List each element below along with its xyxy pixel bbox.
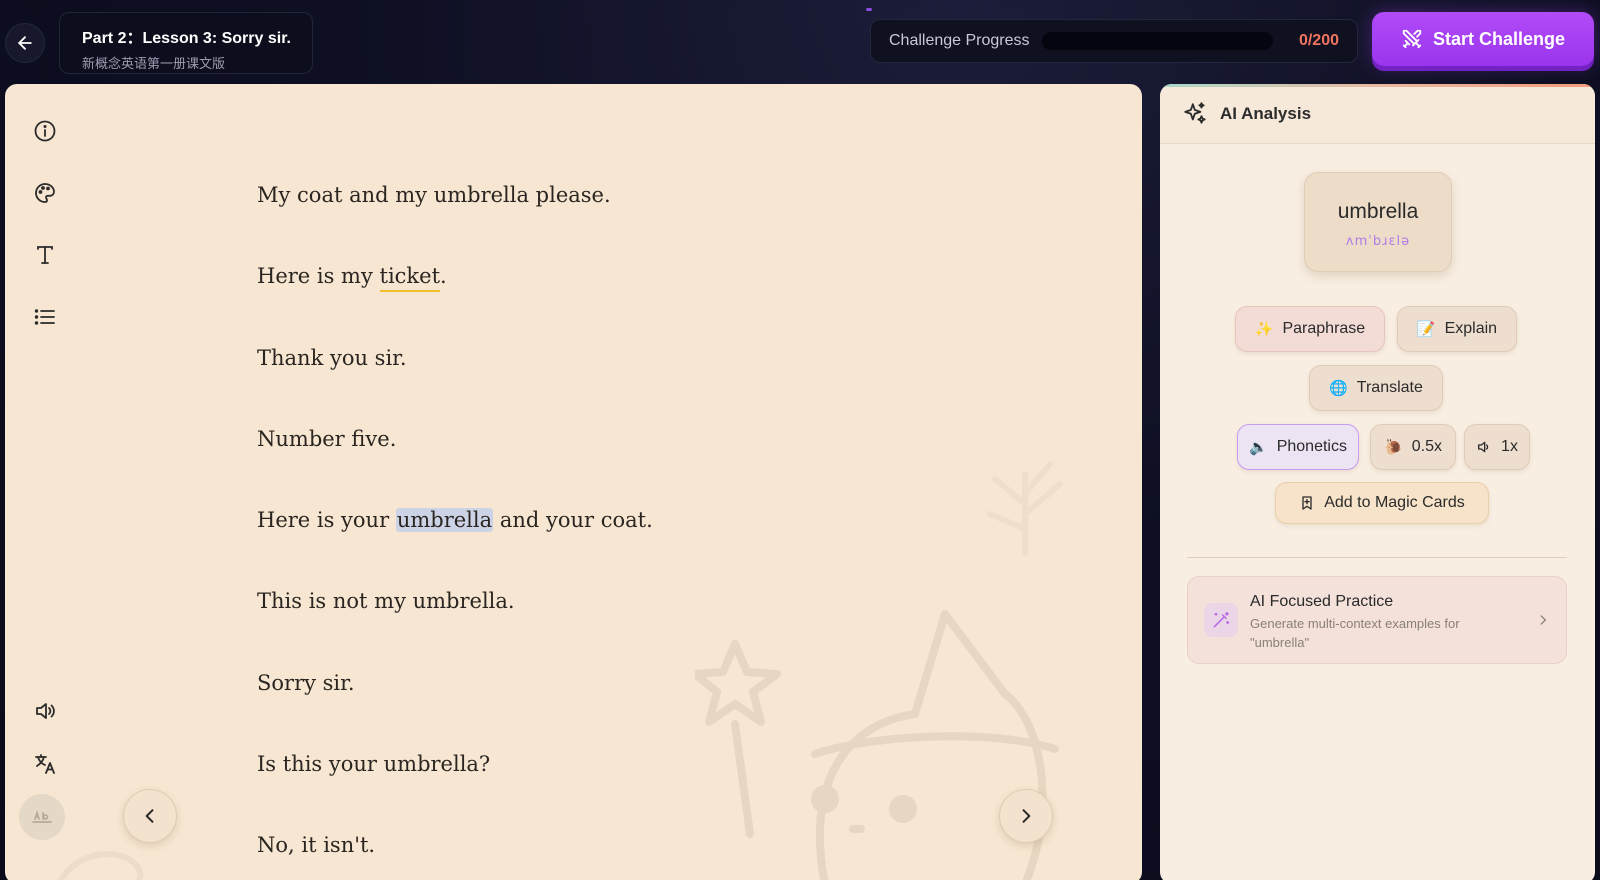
- reader-toolbar: [5, 84, 77, 880]
- snail-icon: 🐌: [1384, 439, 1403, 456]
- phonetics-button[interactable]: 🔈 Phonetics: [1237, 424, 1359, 470]
- ai-panel-header: AI Analysis: [1160, 84, 1595, 144]
- subtitle-toggle-button[interactable]: [19, 794, 65, 840]
- text-line[interactable]: Is this your umbrella?: [257, 751, 957, 832]
- lesson-subtitle: 新概念英语第一册课文版: [82, 56, 226, 71]
- line-text: Here is your: [257, 508, 390, 533]
- challenge-progress: Challenge Progress 0/200: [870, 19, 1358, 63]
- line-text: Is this your umbrella?: [257, 752, 491, 777]
- previous-page-button[interactable]: [123, 789, 177, 843]
- translate-icon: [35, 754, 55, 774]
- magic-wand-icon: [1204, 603, 1238, 637]
- lesson-title: Part 2：Lesson 3: Sorry sir.: [82, 30, 291, 47]
- sparkles-icon: [1184, 101, 1206, 124]
- ai-focused-practice-card[interactable]: AI Focused Practice Generate multi-conte…: [1187, 576, 1567, 664]
- add-to-magic-cards-button[interactable]: Add to Magic Cards: [1275, 482, 1489, 524]
- text-line[interactable]: Number five.: [257, 426, 957, 507]
- selected-word-umbrella[interactable]: umbrella: [395, 508, 494, 533]
- line-text: Here is my: [257, 264, 373, 289]
- line-text: .: [440, 264, 447, 289]
- add-to-magic-cards-label: Add to Magic Cards: [1324, 494, 1465, 511]
- plant-illustration: [987, 461, 1063, 557]
- text-line[interactable]: My coat and my umbrella please.: [257, 182, 957, 263]
- bookmark-plus-icon: [1302, 496, 1312, 510]
- progress-label: Challenge Progress: [889, 32, 1030, 49]
- progress-count: 0/200: [1298, 32, 1339, 49]
- normal-speed-button[interactable]: 1x: [1464, 424, 1530, 470]
- list-icon: [34, 309, 55, 325]
- paraphrase-button[interactable]: ✨ Paraphrase: [1235, 306, 1385, 352]
- normal-speed-label: 1x: [1501, 438, 1518, 455]
- chevron-left-icon: [145, 809, 154, 823]
- text-line[interactable]: This is not my umbrella.: [257, 588, 957, 669]
- line-text: Number five.: [257, 426, 397, 451]
- chevron-right-icon: [1540, 615, 1546, 625]
- highlighted-word-ticket[interactable]: ticket: [379, 264, 441, 293]
- chevron-right-icon: [1022, 809, 1031, 823]
- text-line[interactable]: No, it isn't.: [257, 832, 957, 880]
- theme-button[interactable]: [25, 173, 65, 213]
- info-icon: [34, 120, 56, 142]
- font-button[interactable]: [25, 235, 65, 275]
- slow-speed-label: 0.5x: [1411, 438, 1442, 455]
- info-button[interactable]: [25, 111, 65, 151]
- volume-icon: [1478, 441, 1489, 453]
- word-card[interactable]: umbrella ʌmˈbɹɛlə: [1304, 172, 1452, 272]
- crossed-swords-icon: [1402, 29, 1422, 49]
- ai-analysis-panel: AI Analysis umbrella ʌmˈbɹɛlə ✨ Paraphra…: [1160, 84, 1595, 880]
- sparkle-icon: ✨: [1254, 321, 1274, 338]
- selected-word: umbrella: [1337, 200, 1419, 223]
- start-challenge-label: Start Challenge: [1432, 28, 1566, 49]
- audio-button[interactable]: [25, 691, 65, 731]
- memo-icon: 📝: [1416, 321, 1436, 338]
- back-button[interactable]: [5, 23, 45, 63]
- start-challenge-button[interactable]: Start Challenge: [1372, 12, 1594, 66]
- lesson-info: Part 2：Lesson 3: Sorry sir. 新概念英语第一册课文版: [59, 12, 313, 74]
- line-text: and your coat.: [499, 508, 653, 533]
- line-text: My coat and my umbrella please.: [257, 183, 611, 207]
- slow-speed-button[interactable]: 🐌 0.5x: [1370, 424, 1456, 470]
- next-page-button[interactable]: [999, 789, 1053, 843]
- translate-toggle-button[interactable]: [25, 744, 65, 784]
- explain-label: Explain: [1444, 320, 1498, 337]
- practice-title: AI Focused Practice: [1250, 593, 1394, 610]
- globe-icon: 🌐: [1329, 380, 1348, 397]
- text-line[interactable]: Sorry sir.: [257, 670, 957, 751]
- speaker-icon: [36, 703, 55, 719]
- paraphrase-label: Paraphrase: [1282, 320, 1366, 337]
- text-icon: [37, 246, 53, 264]
- lesson-text: My coat and my umbrella please. Here is …: [257, 182, 957, 880]
- list-button[interactable]: [25, 297, 65, 337]
- reader-panel: My coat and my umbrella please. Here is …: [5, 84, 1142, 880]
- line-text: This is not my umbrella.: [257, 589, 515, 614]
- ai-panel-title: AI Analysis: [1220, 103, 1312, 123]
- translate-label: Translate: [1356, 379, 1423, 396]
- line-text: Sorry sir.: [257, 670, 355, 695]
- divider: [1187, 557, 1567, 558]
- line-text: Thank you sir.: [257, 345, 407, 370]
- ab-text-icon: [32, 810, 52, 823]
- line-text: No, it isn't.: [257, 833, 376, 858]
- text-line[interactable]: Thank you sir.: [257, 345, 957, 426]
- text-line[interactable]: Here is my ticket.: [257, 263, 957, 344]
- phonetics-label: Phonetics: [1276, 438, 1347, 455]
- arrow-left-icon: [18, 36, 32, 50]
- translate-button[interactable]: 🌐 Translate: [1309, 365, 1443, 411]
- decorative-dot: [866, 8, 872, 11]
- text-line[interactable]: Here is your umbrella and your coat.: [257, 507, 957, 588]
- progress-bar: [1041, 32, 1273, 50]
- phonetic-transcription: ʌmˈbɹɛlə: [1345, 234, 1411, 249]
- speaker-low-icon: 🔈: [1249, 439, 1268, 456]
- palette-icon: [35, 183, 55, 203]
- explain-button[interactable]: 📝 Explain: [1397, 306, 1517, 352]
- practice-description: Generate multi-context examples for "umb…: [1250, 616, 1460, 650]
